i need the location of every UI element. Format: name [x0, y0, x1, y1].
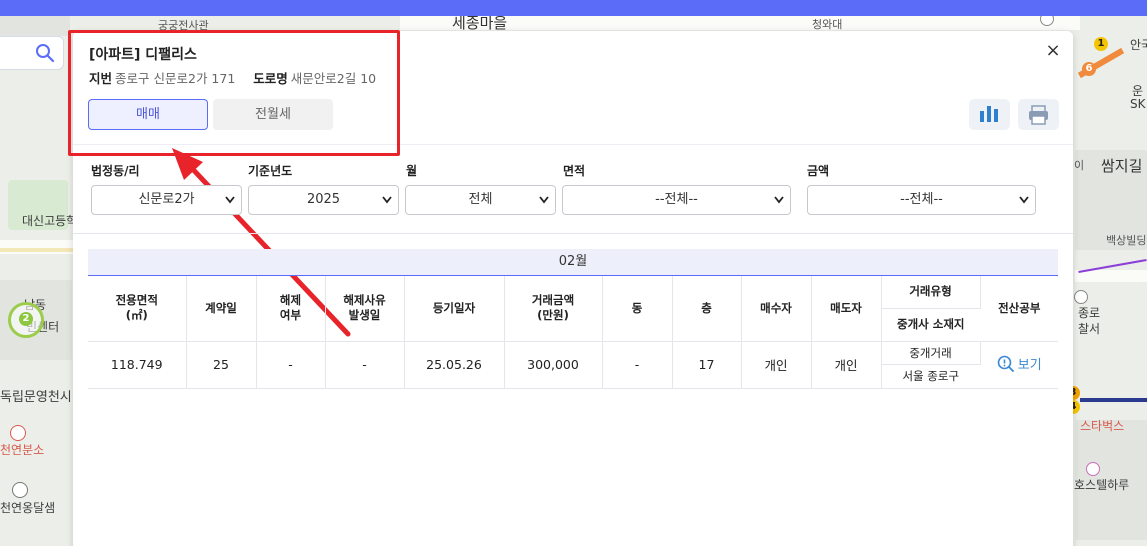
map-label: 안국 — [1130, 38, 1147, 52]
cell-cancel-date: - — [325, 341, 405, 389]
month-header: 02월 — [88, 249, 1058, 276]
header-deal-type: 거래유형 — [881, 276, 981, 309]
chevron-down-icon — [382, 196, 392, 204]
bar-chart-icon — [980, 106, 998, 122]
dong-filter-label: 법정동/리 — [91, 164, 140, 178]
cell-contract-day: 25 — [186, 341, 257, 389]
map-label: 찰서 — [1078, 322, 1101, 336]
amount-select[interactable]: --전체-- — [807, 185, 1036, 215]
amount-filter-label: 금액 — [807, 164, 830, 178]
map-label: SK — [1130, 97, 1146, 111]
header-agent-location: 중개사 소재지 — [881, 308, 980, 342]
print-button[interactable] — [1018, 99, 1059, 130]
cell-deal-type: 중개거래 — [881, 341, 981, 365]
header-dong: 동 — [602, 276, 673, 342]
cell-buyer: 개인 — [741, 341, 812, 389]
cell-dong: - — [602, 341, 673, 389]
dong-select[interactable]: 신문로2가 — [91, 185, 242, 215]
header-contract-day: 계약일 — [186, 276, 257, 342]
map-label: 천연옹달샘 — [0, 501, 56, 515]
month-select[interactable]: 전체 — [405, 185, 556, 215]
map-label: 쌈지길 — [1101, 157, 1143, 175]
cell-cancel: - — [256, 341, 326, 389]
subway-line — [1080, 398, 1147, 402]
hospital-icon — [10, 425, 26, 441]
header-ledger: 전산공부 — [980, 276, 1058, 342]
cell-area: 118.749 — [88, 341, 187, 389]
map-label: 천연분소 — [0, 443, 45, 457]
map-label: 종로 — [1078, 306, 1101, 320]
cell-reg-date: 25.05.26 — [404, 341, 505, 389]
search-icon — [36, 44, 55, 63]
year-select[interactable]: 2025 — [248, 185, 399, 215]
year-filter-label: 기준년도 — [248, 164, 293, 178]
police-icon — [1074, 290, 1088, 304]
chevron-down-icon — [539, 196, 549, 204]
cell-price: 300,000 — [504, 341, 603, 389]
map-label: 청와대 — [812, 18, 843, 31]
table-row: 118.749 25 - - 25.05.26 300,000 - 17 개인 … — [88, 341, 1058, 389]
annotation-box — [68, 30, 400, 156]
map-label: 호스텔하루 — [1074, 478, 1130, 492]
divider — [73, 233, 1073, 234]
close-icon[interactable]: × — [1045, 42, 1061, 60]
map-label: 이 — [1074, 159, 1085, 172]
chevron-down-icon — [1019, 196, 1029, 204]
cell-seller: 개인 — [811, 341, 882, 389]
cell-ledger: 보기 — [980, 341, 1058, 389]
magnifier-icon — [997, 355, 1014, 372]
cell-floor: 17 — [672, 341, 742, 389]
header-reg-date: 등기일자 — [404, 276, 505, 342]
map-label: 독립문영천시 — [0, 390, 72, 405]
header-cancel: 해제 여부 — [256, 276, 326, 342]
header-cancel-date: 해제사유 발생일 — [325, 276, 405, 342]
map-block — [0, 16, 70, 36]
printer-icon — [1029, 105, 1048, 125]
chevron-down-icon — [774, 196, 784, 204]
search-button[interactable] — [0, 36, 64, 70]
header-area: 전용면적 (㎡) — [88, 276, 187, 342]
cluster-badge[interactable]: 2 — [8, 302, 44, 338]
header-price: 거래금액 (만원) — [504, 276, 603, 342]
map-road — [1075, 270, 1147, 282]
area-filter-label: 면적 — [563, 164, 586, 178]
header-buyer: 매수자 — [741, 276, 812, 342]
header-seller: 매도자 — [811, 276, 882, 342]
subway-6-icon: 6 — [1082, 62, 1096, 76]
map-label: 대신고등학 — [22, 214, 78, 228]
chart-button[interactable] — [969, 99, 1010, 130]
hotel-icon — [1086, 462, 1100, 476]
poi-icon — [12, 482, 28, 498]
top-bar — [0, 0, 1147, 16]
map-road — [0, 248, 74, 252]
subway-1-icon: 1 — [1094, 37, 1108, 51]
header-floor: 층 — [672, 276, 742, 342]
cell-agent-location: 서울 종로구 — [881, 364, 980, 389]
transaction-table: 전용면적 (㎡) 계약일 해제 여부 해제사유 발생일 등기일자 거래금액 (만원) 동… — [88, 276, 1058, 389]
chevron-down-icon — [225, 196, 235, 204]
map-label: 스타벅스 — [1080, 419, 1125, 433]
view-ledger-link[interactable]: 보기 — [997, 354, 1042, 373]
month-filter-label: 월 — [406, 164, 418, 178]
area-select[interactable]: --전체-- — [562, 185, 791, 215]
map-label: 백상빌딩 — [1106, 234, 1147, 247]
